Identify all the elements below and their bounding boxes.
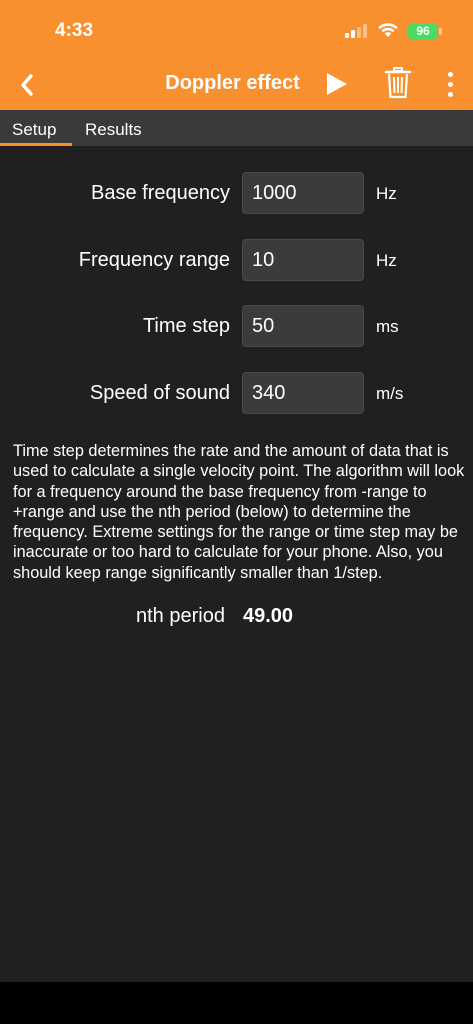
- more-options-button[interactable]: [443, 69, 457, 99]
- speed-of-sound-unit: m/s: [376, 384, 404, 403]
- chevron-left-icon: [21, 74, 33, 96]
- status-time: 4:33: [55, 20, 94, 41]
- back-button[interactable]: [14, 70, 42, 100]
- setting-row-time-step: Time step ms: [0, 305, 473, 347]
- speed-of-sound-label: Speed of sound: [89, 382, 230, 404]
- page-title: Doppler effect: [165, 72, 300, 94]
- bottom-bar: [0, 982, 473, 1024]
- setting-row-base-frequency: Base frequency Hz: [0, 172, 473, 214]
- setting-row-frequency-range: Frequency range Hz: [0, 239, 473, 281]
- tab-bar: Setup Results: [0, 110, 473, 146]
- time-step-label: Time step: [142, 315, 230, 337]
- tab-results[interactable]: Results: [85, 120, 142, 140]
- frequency-range-input[interactable]: [242, 239, 364, 281]
- app-header: 4:33 96 Doppler effect: [0, 0, 473, 110]
- play-icon: [327, 73, 347, 95]
- time-step-input[interactable]: [242, 305, 364, 347]
- base-frequency-input[interactable]: [242, 172, 364, 214]
- trash-icon: [384, 67, 412, 99]
- nth-period-label: nth period: [136, 605, 225, 627]
- setting-row-speed-of-sound: Speed of sound m/s: [0, 372, 473, 414]
- play-button[interactable]: [324, 70, 350, 98]
- delete-button[interactable]: [384, 66, 412, 100]
- time-step-unit: ms: [376, 317, 399, 336]
- nth-period-value: 49.00: [243, 605, 294, 627]
- battery-tip: [439, 28, 442, 35]
- cellular-signal-icon: [345, 24, 367, 38]
- active-tab-indicator: [0, 143, 72, 146]
- frequency-range-unit: Hz: [376, 251, 397, 270]
- frequency-range-label: Frequency range: [78, 249, 230, 271]
- tab-setup[interactable]: Setup: [12, 120, 56, 140]
- battery-level: 96: [408, 23, 438, 40]
- more-vertical-icon: [443, 72, 457, 97]
- wifi-icon: [378, 23, 398, 37]
- base-frequency-label: Base frequency: [91, 182, 230, 204]
- base-frequency-unit: Hz: [376, 184, 397, 203]
- speed-of-sound-input[interactable]: [242, 372, 364, 414]
- description-text: Time step determines the rate and the am…: [13, 442, 465, 582]
